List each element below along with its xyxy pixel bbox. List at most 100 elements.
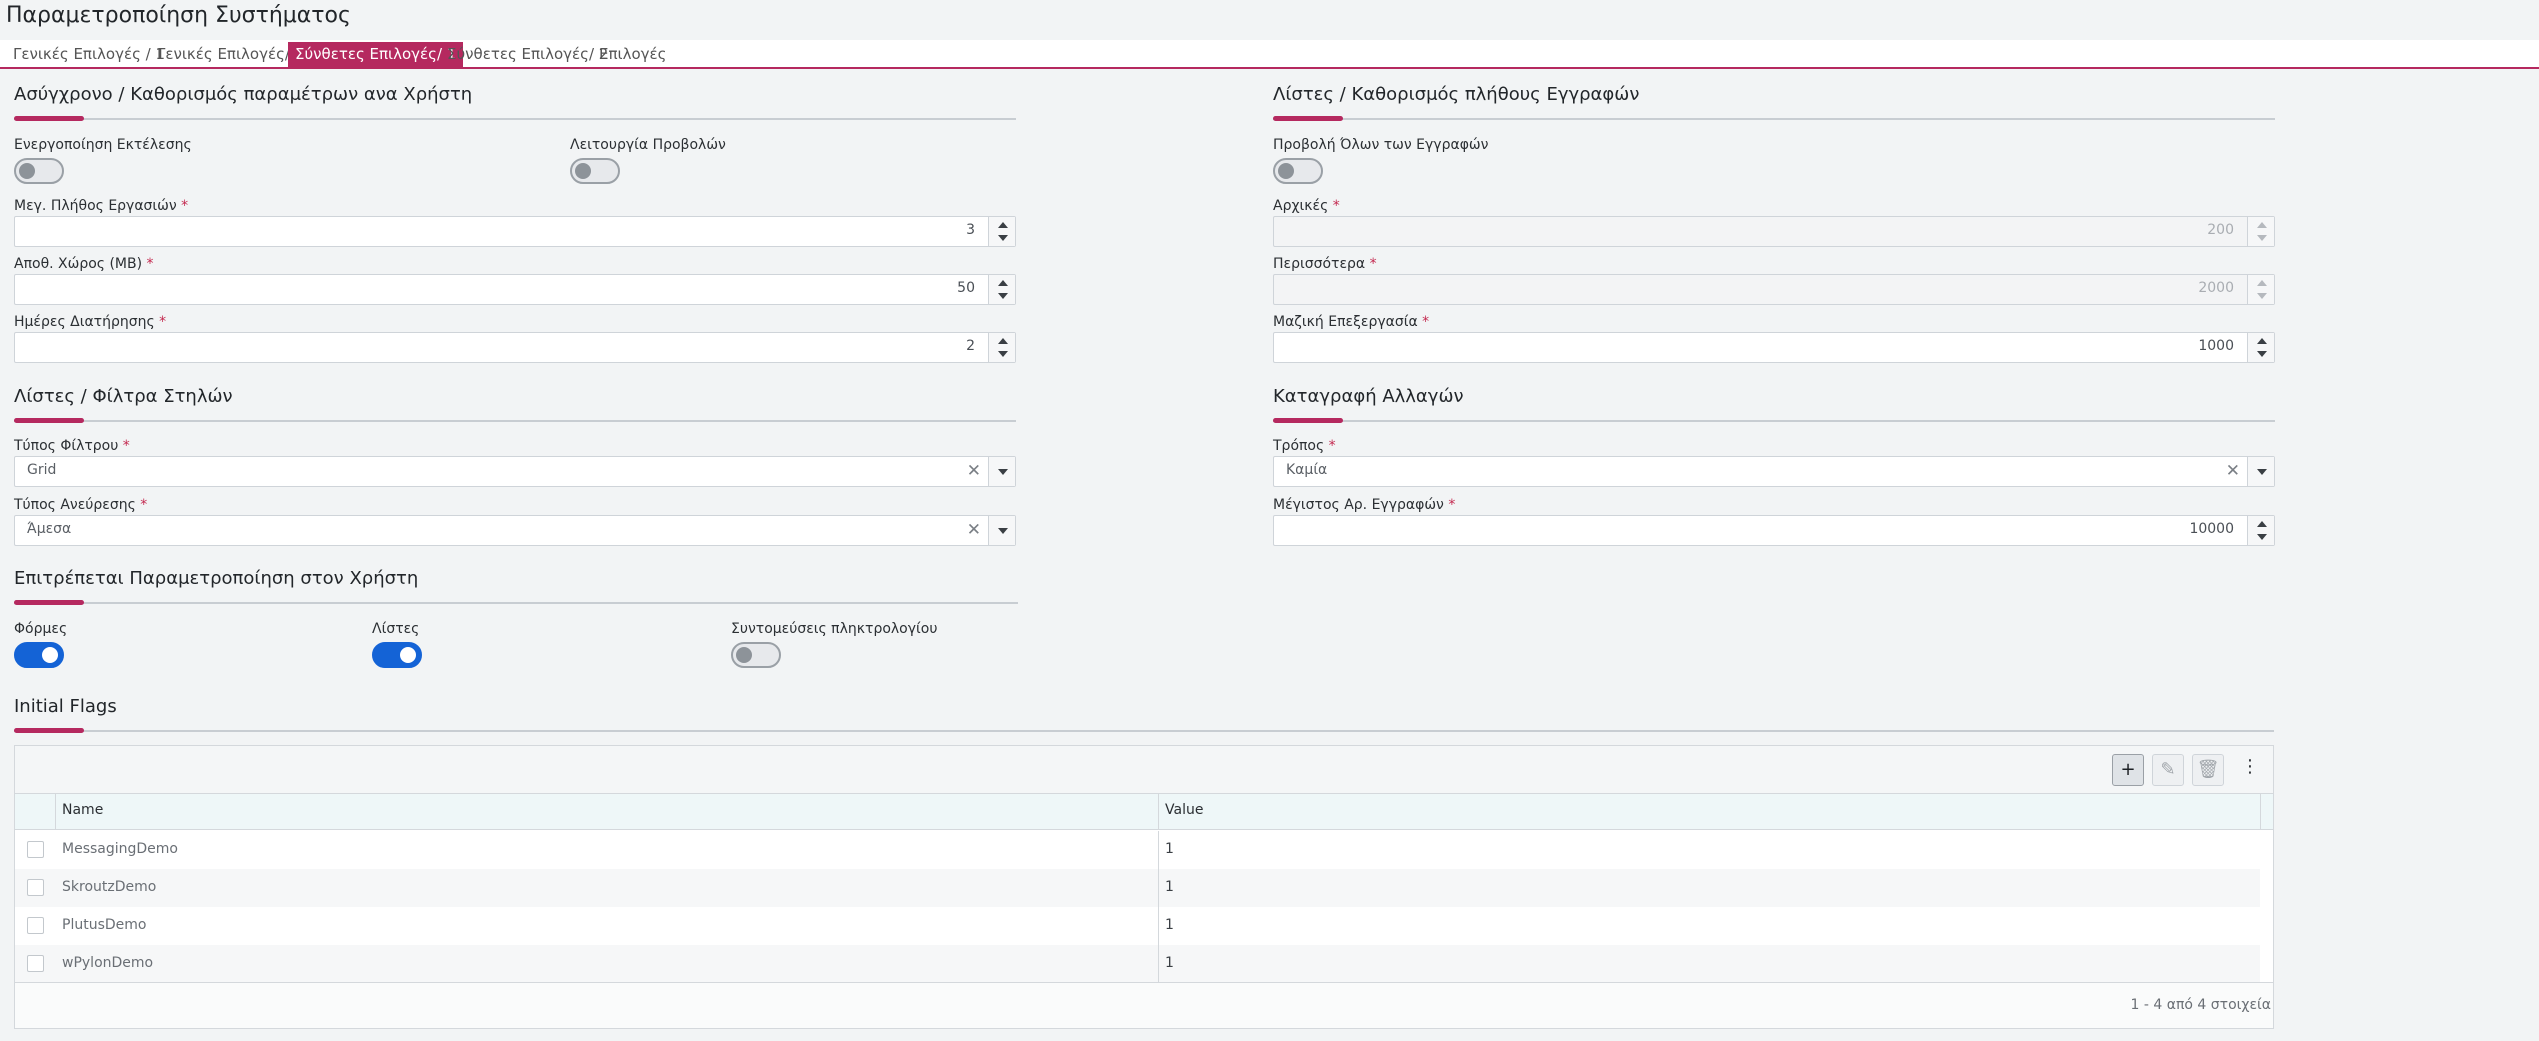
section-accent (14, 728, 84, 733)
column-header-value[interactable]: Value (1165, 802, 1203, 818)
table-row[interactable]: SkroutzDemo 1 (15, 869, 2260, 907)
plus-icon: + (2120, 759, 2136, 780)
batch-stepper[interactable] (2247, 333, 2274, 362)
row-checkbox[interactable] (27, 841, 44, 858)
filter-type-select[interactable]: Grid ✕ (14, 456, 1016, 487)
chevron-up-icon (2257, 222, 2267, 228)
show-all-label: Προβολή Όλων των Εγγραφών (1273, 137, 1489, 153)
trash-icon: 🗑 (2196, 759, 2220, 780)
row-checkbox[interactable] (27, 955, 44, 972)
section-rule (14, 118, 1016, 120)
table-row[interactable]: PlutusDemo 1 (15, 907, 2260, 945)
section-title-lists-records: Λίστες / Καθορισμός πλήθους Εγγραφών (1273, 84, 1640, 105)
flag-name: wPylonDemo (62, 955, 154, 971)
storage-label: Αποθ. Χώρος (MB) * (14, 256, 154, 272)
batch-field[interactable]: 1000 (1273, 332, 2275, 363)
tab-options[interactable]: Επιλογές (592, 42, 673, 67)
clear-icon[interactable]: ✕ (2226, 461, 2240, 481)
pager-info: 1 - 4 από 4 στοιχεία (2130, 997, 2271, 1013)
mode-label: Τρόπος * (1273, 438, 1336, 454)
column-header-name[interactable]: Name (62, 802, 103, 818)
tab-advanced-1[interactable]: Σύνθετες Επιλογές/ 1 (288, 42, 464, 67)
search-type-select[interactable]: Άμεσα ✕ (14, 515, 1016, 546)
add-button[interactable]: + (2112, 754, 2144, 786)
page-title: Παραμετροποίηση Συστήματος (6, 3, 351, 28)
shortcuts-label: Συντομεύσεις πληκτρολογίου (731, 621, 938, 637)
filter-type-label: Τύπος Φίλτρου * (14, 438, 130, 454)
chevron-down-icon (2257, 534, 2267, 540)
storage-field[interactable]: 50 (14, 274, 1016, 305)
clear-icon[interactable]: ✕ (967, 461, 981, 481)
tab-advanced-2[interactable]: Σύνθετες Επιλογές/ 2 (440, 42, 615, 67)
section-title-flags: Initial Flags (14, 696, 117, 717)
flag-value: 1 (1165, 879, 1174, 895)
grid-footer: 1 - 4 από 4 στοιχεία (15, 982, 2273, 1028)
chevron-down-icon (2257, 351, 2267, 357)
kebab-icon[interactable]: ⋮ (2241, 758, 2259, 776)
more-label: Περισσότερα * (1273, 256, 1377, 272)
row-checkbox[interactable] (27, 879, 44, 896)
column-divider (1158, 945, 1159, 983)
max-jobs-stepper[interactable] (988, 217, 1015, 246)
show-all-toggle[interactable] (1273, 158, 1323, 184)
forms-toggle[interactable] (14, 642, 64, 668)
chevron-up-icon (2257, 521, 2267, 527)
views-label: Λειτουργία Προβολών (570, 137, 726, 153)
column-divider (1158, 831, 1159, 869)
flag-name: PlutusDemo (62, 917, 147, 933)
max-records-field[interactable]: 10000 (1273, 515, 2275, 546)
views-toggle[interactable] (570, 158, 620, 184)
pencil-icon: ✎ (2160, 759, 2176, 780)
flag-value: 1 (1165, 917, 1174, 933)
section-title-async: Ασύγχρονο / Καθορισμός παραμέτρων ανα Χρ… (14, 84, 473, 105)
section-accent (14, 116, 84, 121)
more-field: 2000 (1273, 274, 2275, 305)
lists-toggle[interactable] (372, 642, 422, 668)
max-jobs-value: 3 (966, 222, 975, 238)
flags-grid: + ✎ 🗑 ⋮ Name Value MessagingDemo 1 Skrou… (14, 745, 2274, 1029)
more-stepper (2247, 275, 2274, 304)
max-jobs-field[interactable]: 3 (14, 216, 1016, 247)
max-records-value: 10000 (2189, 521, 2234, 537)
section-title-user-custom: Επιτρέπεται Παραμετροποίηση στον Χρήστη (14, 568, 419, 589)
grid-header: Name Value (15, 794, 2273, 830)
max-records-stepper[interactable] (2247, 516, 2274, 545)
section-accent (14, 600, 84, 605)
storage-stepper[interactable] (988, 275, 1015, 304)
row-checkbox[interactable] (27, 917, 44, 934)
mode-value: Καμία (1286, 462, 1328, 478)
chevron-down-icon (998, 235, 1008, 241)
more-value: 2000 (2198, 280, 2234, 296)
flag-name: MessagingDemo (62, 841, 178, 857)
max-records-label: Μέγιστος Αρ. Εγγραφών * (1273, 497, 1456, 513)
edit-button[interactable]: ✎ (2152, 754, 2184, 786)
chevron-down-icon[interactable] (988, 457, 1015, 486)
column-divider (2260, 794, 2261, 830)
clear-icon[interactable]: ✕ (967, 520, 981, 540)
retention-label: Ημέρες Διατήρησης * (14, 314, 167, 330)
chevron-up-icon (998, 222, 1008, 228)
initial-value: 200 (2207, 222, 2234, 238)
execution-toggle[interactable] (14, 158, 64, 184)
chevron-up-icon (998, 280, 1008, 286)
search-type-value: Άμεσα (27, 521, 72, 537)
tab-general-1[interactable]: Γενικές Επιλογές / 1 (6, 42, 172, 67)
shortcuts-toggle[interactable] (731, 642, 781, 668)
retention-stepper[interactable] (988, 333, 1015, 362)
chevron-down-icon[interactable] (2247, 457, 2274, 486)
retention-field[interactable]: 2 (14, 332, 1016, 363)
table-row[interactable]: MessagingDemo 1 (15, 831, 2260, 869)
column-divider (1158, 869, 1159, 907)
section-rule (14, 730, 2274, 732)
tab-bar: Γενικές Επιλογές / 1 Γενικές Επιλογές/ 2… (0, 40, 2539, 69)
mode-select[interactable]: Καμία ✕ (1273, 456, 2275, 487)
chevron-down-icon (2257, 293, 2267, 299)
chevron-up-icon (2257, 280, 2267, 286)
batch-value: 1000 (2198, 338, 2234, 354)
table-row[interactable]: wPylonDemo 1 (15, 945, 2260, 983)
chevron-down-icon (2257, 235, 2267, 241)
chevron-down-icon[interactable] (988, 516, 1015, 545)
delete-button[interactable]: 🗑 (2192, 754, 2224, 786)
section-accent (1273, 116, 1343, 121)
column-divider (55, 794, 56, 830)
